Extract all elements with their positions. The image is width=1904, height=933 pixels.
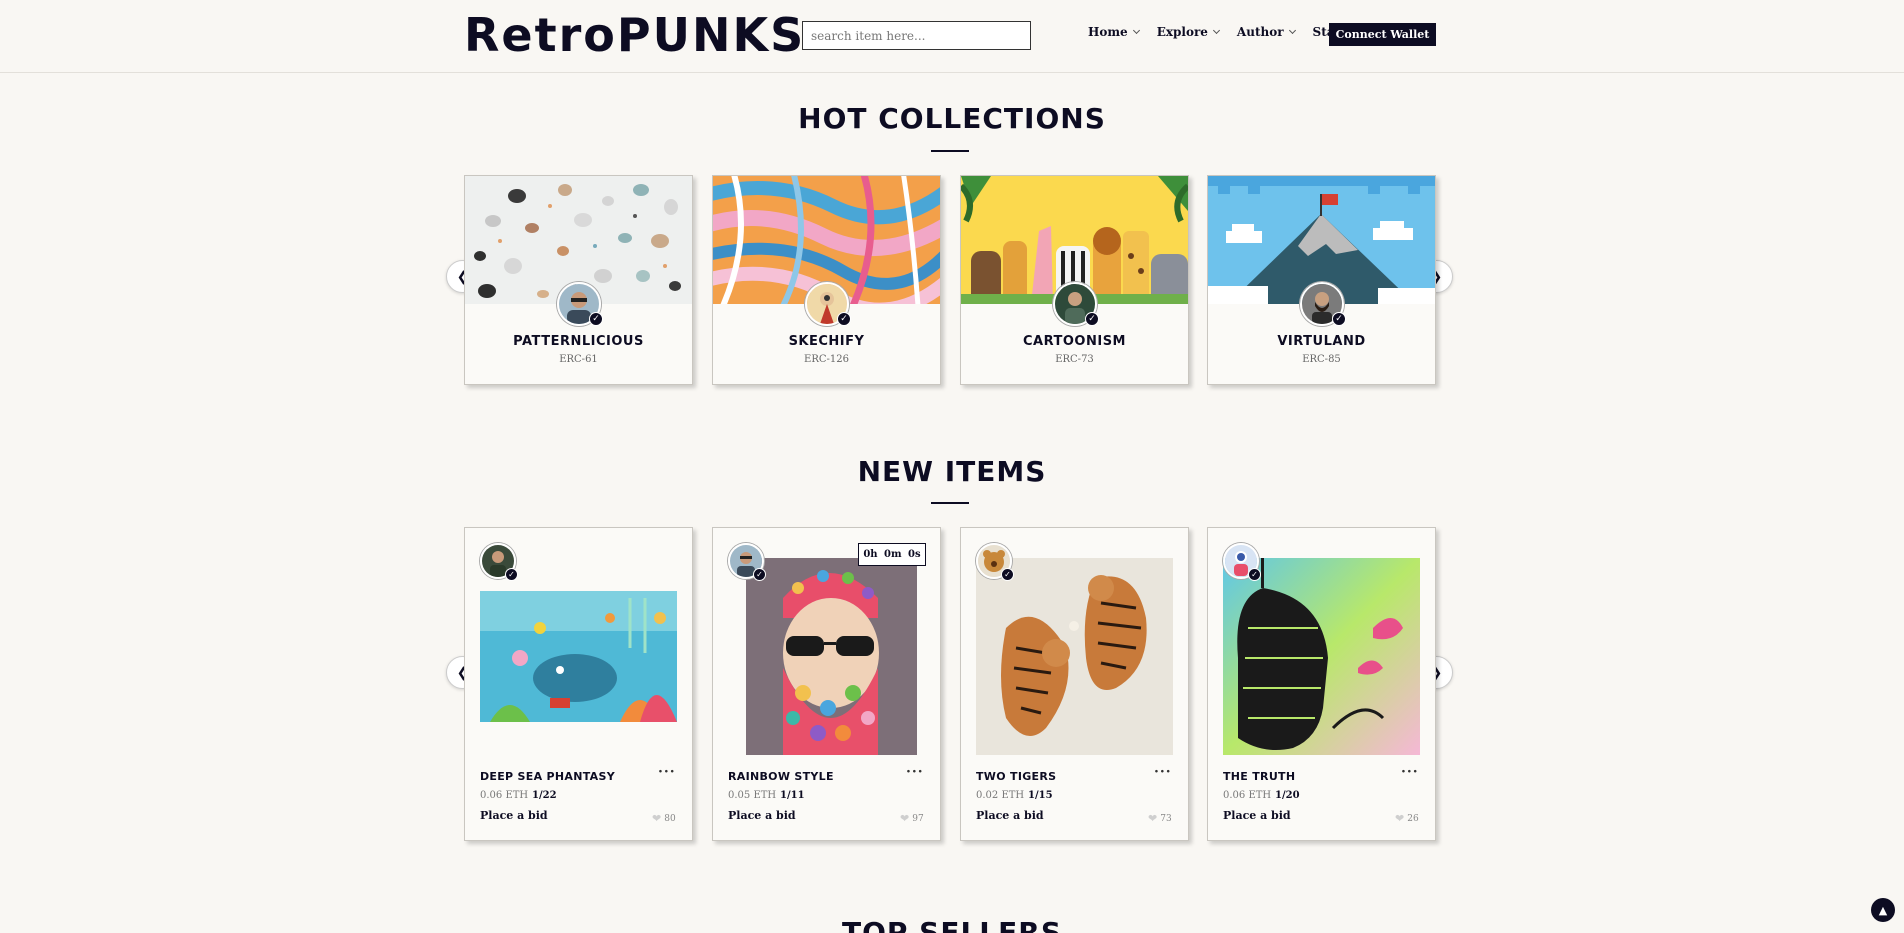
collection-name: VIRTULAND (1277, 334, 1366, 349)
collection-erc: ERC-73 (1055, 354, 1094, 365)
scroll-to-top-button[interactable]: ▲ (1871, 898, 1895, 922)
new-items-title: NEW ITEMS (857, 455, 1047, 488)
nft-item-price: 0.06 ETH (480, 790, 529, 801)
collection-erc: ERC-61 (559, 354, 598, 365)
search-input[interactable] (802, 21, 1031, 50)
more-dots-icon[interactable]: ··· (1401, 764, 1419, 780)
nft-item-image[interactable] (728, 558, 925, 755)
like-button[interactable]: ❤ 97 (900, 812, 924, 825)
nft-item-card[interactable]: ✓ THE TRUTH ··· 0.06 ETH 1/20 Place a bi… (1207, 527, 1436, 841)
connect-wallet-button[interactable]: Connect Wallet (1329, 23, 1436, 46)
like-button[interactable]: ❤ 73 (1148, 812, 1172, 825)
collection-card[interactable]: ✓ PATTERNLICIOUS ERC-61 (464, 175, 693, 385)
nft-item-card[interactable]: ✓ DEEP SEA PHANTASY ··· 0.06 ETH 1/22 Pl… (464, 527, 693, 841)
like-button[interactable]: ❤ 26 (1395, 812, 1419, 825)
auction-countdown: 0h 0m 0s (858, 543, 926, 566)
nft-item-image[interactable] (1223, 558, 1420, 755)
chevron-down-icon (1212, 26, 1220, 35)
nft-item-name[interactable]: RAINBOW STYLE (728, 770, 834, 783)
nav-explore[interactable]: Explore (1156, 25, 1220, 39)
top-sellers-title: TOP SELLERS (0, 918, 1904, 933)
collection-card[interactable]: ✓ VIRTULAND ERC-85 (1207, 175, 1436, 385)
chevron-down-icon (1288, 26, 1296, 35)
heart-icon: ❤ (1148, 812, 1158, 825)
like-count: 73 (1160, 813, 1172, 824)
place-bid-link[interactable]: Place a bid (1223, 809, 1291, 822)
like-button[interactable]: ❤ 80 (652, 812, 676, 825)
hot-collections-title: HOT COLLECTIONS (798, 102, 1106, 135)
nav-explore-label: Explore (1156, 25, 1208, 39)
place-bid-link[interactable]: Place a bid (480, 809, 548, 822)
site-header: RetroPUNKS Home Explore Author Stats Con… (0, 0, 1904, 73)
nft-item-edition: 1/11 (780, 790, 805, 801)
nft-item-price: 0.05 ETH (728, 790, 777, 801)
collection-name: SKECHIFY (788, 334, 865, 349)
place-bid-link[interactable]: Place a bid (976, 809, 1044, 822)
heart-icon: ❤ (900, 812, 910, 825)
more-dots-icon[interactable]: ··· (658, 764, 676, 780)
nav-author-label: Author (1236, 25, 1284, 39)
nft-item-card[interactable]: ✓ TWO TIGERS ··· 0.02 ETH 1/15 Place a b… (960, 527, 1189, 841)
verified-check-icon: ✓ (589, 312, 603, 326)
place-bid-link[interactable]: Place a bid (728, 809, 796, 822)
nft-item-name[interactable]: THE TRUTH (1223, 770, 1295, 783)
nft-item-name[interactable]: TWO TIGERS (976, 770, 1056, 783)
verified-check-icon: ✓ (1001, 568, 1014, 581)
heart-icon: ❤ (1395, 812, 1405, 825)
nft-item-price: 0.06 ETH (1223, 790, 1272, 801)
verified-check-icon: ✓ (837, 312, 851, 326)
nft-item-edition: 1/20 (1275, 790, 1300, 801)
nav-home-label: Home (1088, 25, 1128, 39)
nft-item-image[interactable] (480, 558, 677, 755)
more-dots-icon[interactable]: ··· (906, 764, 924, 780)
nft-item-edition: 1/15 (1028, 790, 1053, 801)
nft-item-card[interactable]: ✓ 0h 0m 0s RAINBOW STYLE ··· 0.05 ETH 1/… (712, 527, 941, 841)
verified-check-icon: ✓ (1085, 312, 1099, 326)
verified-check-icon: ✓ (1248, 568, 1261, 581)
nav-author[interactable]: Author (1236, 25, 1296, 39)
nft-item-name[interactable]: DEEP SEA PHANTASY (480, 770, 615, 783)
title-divider (931, 502, 969, 504)
collection-erc: ERC-126 (804, 354, 849, 365)
nav-home[interactable]: Home (1088, 25, 1140, 39)
site-logo[interactable]: RetroPUNKS (464, 10, 805, 60)
collection-card[interactable]: ✓ SKECHIFY ERC-126 (712, 175, 941, 385)
like-count: 80 (664, 813, 676, 824)
chevron-down-icon (1132, 26, 1140, 35)
like-count: 26 (1407, 813, 1419, 824)
verified-check-icon: ✓ (753, 568, 766, 581)
more-dots-icon[interactable]: ··· (1154, 764, 1172, 780)
verified-check-icon: ✓ (1332, 312, 1346, 326)
collection-name: CARTOONISM (1022, 334, 1126, 349)
collection-name: PATTERNLICIOUS (513, 334, 644, 349)
collection-erc: ERC-85 (1302, 354, 1341, 365)
collection-card[interactable]: ✓ CARTOONISM ERC-73 (960, 175, 1189, 385)
verified-check-icon: ✓ (505, 568, 518, 581)
chevron-up-icon: ▲ (1878, 903, 1888, 917)
heart-icon: ❤ (652, 812, 662, 825)
title-divider (931, 150, 969, 152)
nft-item-price: 0.02 ETH (976, 790, 1025, 801)
nft-item-image[interactable] (976, 558, 1173, 755)
like-count: 97 (912, 813, 924, 824)
nft-item-edition: 1/22 (532, 790, 557, 801)
